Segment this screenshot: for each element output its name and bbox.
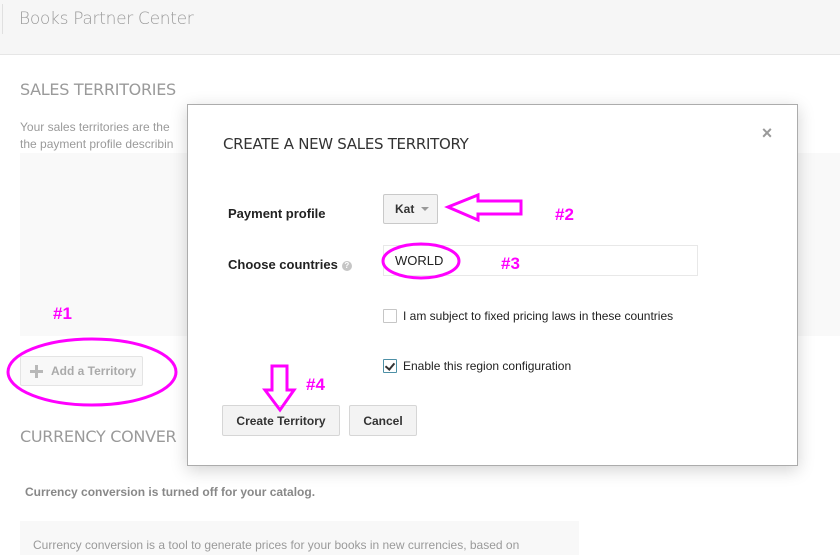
countries-input[interactable]: WORLD bbox=[383, 245, 698, 276]
annotation-step-2: #2 bbox=[555, 205, 574, 224]
top-bar: Books Partner Center bbox=[0, 0, 840, 55]
dropdown-caret-icon bbox=[421, 207, 430, 211]
close-icon[interactable]: × bbox=[759, 124, 775, 142]
annotation-step-4: #4 bbox=[306, 375, 325, 394]
choose-countries-label: Choose countries? bbox=[228, 257, 352, 272]
create-territory-dialog: CREATE A NEW SALES TERRITORY × Payment p… bbox=[187, 104, 798, 466]
sales-territories-intro: Your sales territories are the the payme… bbox=[20, 119, 173, 153]
payment-profile-select[interactable]: Kat bbox=[383, 194, 438, 224]
enable-region-checkbox[interactable] bbox=[383, 359, 397, 373]
cancel-button[interactable]: Cancel bbox=[349, 405, 417, 436]
app-title[interactable]: Books Partner Center bbox=[19, 9, 194, 29]
fixed-pricing-label: I am subject to fixed pricing laws in th… bbox=[403, 309, 674, 323]
intro-line-2: the payment profile describin bbox=[20, 137, 174, 151]
annotation-step-3: #3 bbox=[501, 254, 520, 273]
payment-profile-label: Payment profile bbox=[228, 206, 326, 221]
create-territory-button[interactable]: Create Territory bbox=[222, 405, 340, 436]
currency-conversion-heading: CURRENCY CONVER bbox=[20, 427, 177, 446]
enable-region-label: Enable this region configuration bbox=[403, 359, 572, 373]
annotation-step-1: #1 bbox=[53, 304, 72, 323]
add-territory-button[interactable]: Add a Territory bbox=[20, 356, 143, 386]
add-territory-label: Add a Territory bbox=[51, 364, 137, 378]
help-icon[interactable]: ? bbox=[341, 260, 352, 271]
plus-icon bbox=[30, 364, 43, 378]
currency-conversion-status: Currency conversion is turned off for yo… bbox=[25, 485, 316, 499]
intro-line-1: Your sales territories are the bbox=[20, 120, 170, 134]
dialog-title: CREATE A NEW SALES TERRITORY bbox=[223, 135, 469, 153]
enable-region-row: Enable this region configuration bbox=[383, 359, 571, 373]
fixed-pricing-row: I am subject to fixed pricing laws in th… bbox=[383, 309, 673, 323]
currency-conversion-description: Currency conversion is a tool to generat… bbox=[33, 538, 520, 552]
sales-territories-heading: SALES TERRITORIES bbox=[20, 80, 176, 99]
header-divider bbox=[2, 4, 3, 34]
fixed-pricing-checkbox[interactable] bbox=[383, 309, 397, 323]
choose-countries-text: Choose countries bbox=[228, 257, 338, 272]
payment-profile-value: Kat bbox=[395, 202, 415, 216]
